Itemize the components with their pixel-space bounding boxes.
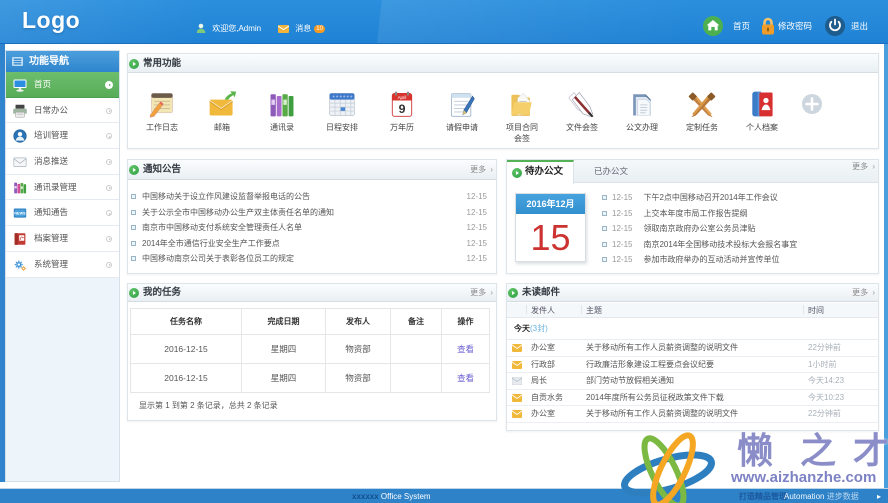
svg-text:April: April [398, 95, 407, 100]
svg-text:9: 9 [399, 102, 406, 116]
svg-text:NEWS: NEWS [14, 212, 26, 216]
